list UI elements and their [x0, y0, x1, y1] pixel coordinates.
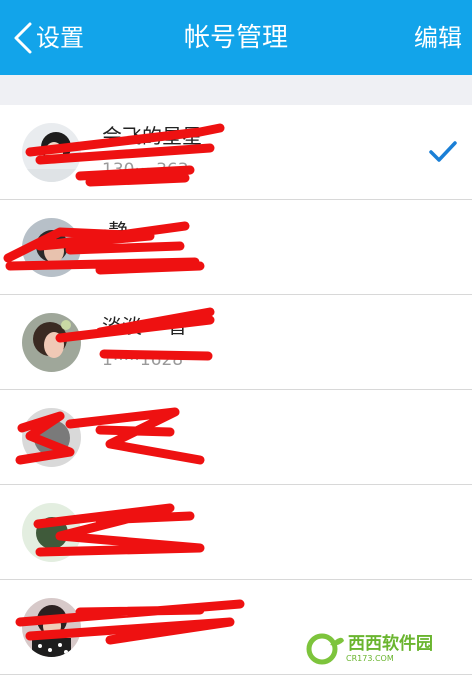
- account-name: 会飞的星星: [102, 124, 202, 148]
- account-number: 1·····1628: [102, 350, 184, 370]
- account-row[interactable]: [0, 485, 472, 580]
- account-list: 会飞的星星 130····363 ·静 淡淡····香 1·····1628: [0, 105, 472, 675]
- avatar: [22, 123, 81, 182]
- leaf-logo-icon: [306, 633, 344, 665]
- account-name: 淡淡····香: [102, 314, 188, 338]
- avatar: [22, 313, 81, 372]
- avatar: [22, 503, 81, 562]
- section-spacer: [0, 75, 472, 106]
- avatar: [22, 598, 81, 657]
- edit-button[interactable]: 编辑: [414, 18, 462, 58]
- account-row[interactable]: 会飞的星星 130····363: [0, 105, 472, 200]
- nav-bar: 设置 帐号管理 编辑: [0, 0, 472, 75]
- watermark-subtext: CR173.COM: [346, 653, 394, 663]
- account-row[interactable]: [0, 390, 472, 485]
- page-title: 帐号管理: [183, 23, 288, 53]
- account-number: 130····363: [102, 160, 189, 180]
- account-row[interactable]: ·静: [0, 200, 472, 295]
- watermark-logo: 西西软件园 CR173.COM: [306, 631, 468, 665]
- watermark-text: 西西软件园: [348, 633, 433, 654]
- account-name: ·静: [102, 219, 129, 243]
- account-row[interactable]: 淡淡····香 1·····1628: [0, 295, 472, 390]
- avatar: [22, 218, 81, 277]
- avatar: [22, 408, 81, 467]
- checkmark-icon: [429, 141, 457, 162]
